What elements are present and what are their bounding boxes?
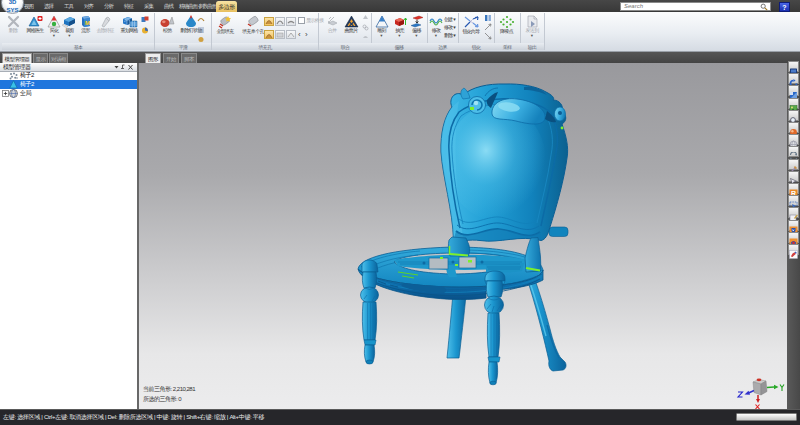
svg-text:M: M	[85, 20, 90, 26]
